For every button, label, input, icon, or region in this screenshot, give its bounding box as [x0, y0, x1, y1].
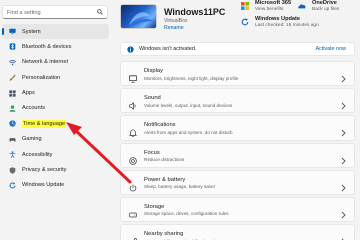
card-title: Nearby sharing — [144, 231, 184, 238]
windows-update-subtitle: Last checked: 18 minutes ago — [255, 23, 319, 28]
m365-icon — [241, 2, 249, 10]
sidebar-item-personalization[interactable]: Personalization — [2, 70, 109, 85]
focus-icon — [129, 152, 137, 165]
monitor-icon — [9, 28, 16, 35]
sidebar-item-label: Bluetooth & devices — [22, 43, 72, 50]
settings-cards: Display Monitors, brightness, night light… — [120, 61, 355, 240]
sidebar-item-network-internet[interactable]: Network & internet — [2, 55, 109, 70]
microsoft-365-title: Microsoft 365 — [255, 0, 292, 6]
sidebar-item-apps[interactable]: Apps — [2, 86, 109, 101]
sidebar: System Bluetooth & devices Network & inter… — [0, 0, 113, 240]
device-name: Windows11PC — [164, 7, 226, 17]
clock-globe-icon — [9, 120, 16, 127]
power-icon — [129, 179, 137, 192]
sidebar-item-label: Accounts — [22, 105, 46, 112]
sidebar-item-label: System — [22, 28, 41, 35]
search-input[interactable] — [7, 8, 95, 17]
search-icon[interactable] — [97, 9, 103, 15]
setting-card-nearby-sharing[interactable]: Nearby sharingDiscoverability, received … — [120, 224, 355, 240]
storage-icon — [129, 206, 137, 218]
activation-banner: Windows isn't activated. Activate now — [120, 42, 355, 56]
sidebar-item-label: Accessibility — [22, 151, 53, 158]
sidebar-item-system[interactable]: System — [2, 24, 109, 39]
share-icon — [129, 233, 137, 240]
shield-icon — [9, 166, 16, 174]
info-icon — [127, 46, 134, 53]
card-title: Sound — [144, 95, 161, 102]
display-icon — [129, 70, 137, 83]
windows-bloom-icon — [129, 12, 154, 27]
update-icon — [9, 182, 16, 189]
chevron-right-icon — [341, 233, 346, 240]
person-icon — [9, 105, 16, 112]
sidebar-item-bluetooth-devices[interactable]: Bluetooth & devices — [2, 39, 109, 54]
sidebar-item-accounts[interactable]: Accounts — [2, 101, 109, 116]
setting-card-power-battery[interactable]: Power & battery Sleep, battery usage, bat… — [120, 169, 355, 195]
card-title: Display — [144, 68, 164, 74]
onedrive-subtitle: Back up files — [312, 7, 340, 12]
setting-card-focus[interactable]: Focus Reduce distractions — [120, 142, 355, 168]
card-description: Storage space, drives, configuration rul… — [144, 211, 229, 217]
rename-link[interactable]: Rename — [164, 25, 184, 31]
main-pane: Windows11PC VirtualBox Rename Microsoft … — [113, 0, 360, 240]
card-title: Notifications — [144, 122, 176, 129]
sidebar-item-windows-update[interactable]: Windows Update — [2, 178, 109, 193]
chevron-right-icon — [341, 70, 346, 83]
bell-icon — [128, 124, 138, 138]
setting-card-display[interactable]: Display Monitors, brightness, night light… — [120, 61, 355, 87]
card-description: Volume levels, output, input, sound devi… — [144, 102, 233, 108]
setting-card-sound[interactable]: Sound Volume levels, output, input, sound… — [120, 88, 355, 114]
accessibility-icon — [9, 151, 16, 158]
microsoft-365-subtitle: View benefits — [255, 7, 284, 12]
sidebar-item-accessibility[interactable]: Accessibility — [2, 147, 109, 162]
chevron-right-icon — [341, 179, 346, 192]
windows-update-title: Windows Update — [255, 16, 301, 22]
card-description: Sleep, battery usage, battery saver — [144, 184, 216, 190]
card-description: Alerts from apps and system, do not dist… — [144, 129, 233, 135]
onedrive-title: OneDrive — [312, 0, 337, 6]
chevron-right-icon — [341, 97, 346, 110]
sidebar-item-label: Apps — [22, 90, 35, 97]
sidebar-item-label: Windows Update — [22, 182, 65, 189]
bluetooth-icon — [9, 43, 16, 51]
sidebar-item-label: Time & language — [22, 119, 67, 128]
setting-card-notifications[interactable]: Notifications Alerts from apps and system… — [120, 115, 355, 141]
card-description: Monitors, brightness, night light, displ… — [144, 75, 239, 81]
sidebar-item-label: Privacy & security — [22, 167, 67, 174]
onedrive-icon — [298, 4, 306, 9]
card-title: Storage — [144, 203, 165, 210]
card-description: Reduce distractions — [144, 157, 185, 163]
sidebar-nav: System Bluetooth & devices Network & inter… — [2, 24, 109, 193]
chevron-right-icon — [341, 206, 346, 219]
apps-icon — [9, 89, 16, 97]
speaker-icon — [129, 97, 137, 111]
sidebar-item-gaming[interactable]: Gaming — [2, 132, 109, 147]
sidebar-item-label: Network & internet — [22, 59, 69, 66]
device-thumbnail — [120, 4, 157, 29]
activation-message: Windows isn't activated. — [139, 46, 197, 52]
activate-now-link[interactable]: Activate now — [315, 46, 346, 52]
card-title: Focus — [144, 149, 160, 156]
update-icon — [241, 18, 249, 26]
sidebar-item-time-language[interactable]: Time & language — [2, 116, 109, 131]
controller-icon — [9, 136, 16, 143]
sidebar-item-label: Gaming — [22, 136, 42, 143]
device-model: VirtualBox — [164, 18, 188, 24]
wifi-icon — [9, 59, 16, 66]
card-title: Power & battery — [144, 176, 186, 183]
device-header: Windows11PC VirtualBox Rename — [120, 4, 240, 34]
sidebar-item-label: Personalization — [22, 74, 61, 81]
setting-card-storage[interactable]: Storage Storage space, drives, configurat… — [120, 196, 355, 223]
chevron-right-icon — [341, 152, 346, 164]
sidebar-item-privacy-security[interactable]: Privacy & security — [2, 163, 109, 178]
search-box[interactable] — [2, 5, 108, 19]
brush-icon — [9, 74, 16, 81]
chevron-right-icon — [341, 124, 346, 137]
